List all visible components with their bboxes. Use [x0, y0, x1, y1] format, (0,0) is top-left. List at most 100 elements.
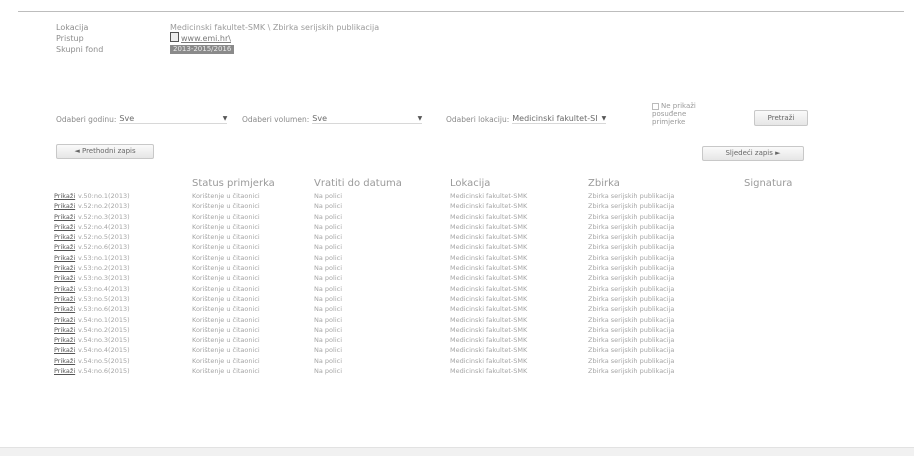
- location-cell: Medicinski fakultet-SMK: [450, 202, 528, 211]
- signature-cell: [744, 263, 804, 273]
- signature-cell: [744, 232, 804, 242]
- volume-cell: v.54:no.5(2015): [78, 356, 130, 365]
- header-signature: Signatura: [744, 178, 793, 189]
- header-volume: [78, 177, 192, 191]
- due-date-cell: Na polici: [314, 253, 343, 262]
- collection-cell: Zbirka serijskih publikacija: [588, 212, 675, 221]
- year-select[interactable]: Sve ▼: [119, 114, 228, 124]
- prikazi-link[interactable]: Prikaži: [54, 191, 78, 201]
- location-cell: Medicinski fakultet-SMK: [450, 336, 528, 345]
- header-action: [54, 177, 78, 191]
- collection-cell: Zbirka serijskih publikacija: [588, 294, 675, 303]
- header-location: Lokacija: [450, 178, 491, 189]
- due-date-cell: Na polici: [314, 356, 343, 365]
- table-row: Prikaži v.54:no.1(2015) Korištenje u čitao…: [54, 315, 804, 325]
- location-cell: Medicinski fakultet-SMK: [450, 264, 528, 273]
- pristup-link[interactable]: www.emi.hr\: [181, 34, 231, 44]
- prikazi-link[interactable]: Prikaži: [54, 263, 78, 273]
- signature-cell: [744, 212, 804, 222]
- signature-cell: [744, 356, 804, 366]
- collection-cell: Zbirka serijskih publikacija: [588, 274, 675, 283]
- search-button[interactable]: Pretraži: [754, 110, 808, 126]
- year-select-value: Sve: [119, 114, 135, 123]
- location-cell: Medicinski fakultet-SMK: [450, 284, 528, 293]
- record-metadata: Lokacija Medicinski fakultet-SMK \ Zbirk…: [56, 22, 379, 55]
- due-date-cell: Na polici: [314, 325, 343, 334]
- table-row: Prikaži v.53:no.3(2013) Korištenje u čitao…: [54, 273, 804, 283]
- volume-cell: v.52:no.3(2013): [78, 212, 130, 221]
- fond-label: Skupni fond: [56, 44, 104, 54]
- table-header: Status primjerka Vratiti do datuma Lokac…: [54, 177, 804, 191]
- location-filter-label: Odaberi lokaciju:: [446, 114, 510, 124]
- location-cell: Medicinski fakultet-SMK: [450, 274, 528, 283]
- location-cell: Medicinski fakultet-SMK: [450, 192, 528, 200]
- signature-cell: [744, 273, 804, 283]
- collection-cell: Zbirka serijskih publikacija: [588, 325, 675, 334]
- volume-cell: v.54:no.1(2015): [78, 315, 130, 324]
- signature-cell: [744, 325, 804, 335]
- due-date-cell: Na polici: [314, 212, 343, 221]
- due-date-cell: Na polici: [314, 192, 343, 200]
- location-cell: Medicinski fakultet-SMK: [450, 253, 528, 262]
- signature-cell: [744, 335, 804, 345]
- status-cell: Korištenje u čitaonici: [192, 233, 260, 242]
- holdings-table: Status primjerka Vratiti do datuma Lokac…: [54, 177, 804, 376]
- prikazi-link[interactable]: Prikaži: [54, 366, 78, 376]
- prikazi-link[interactable]: Prikaži: [54, 325, 78, 335]
- location-select-value: Medicinski fakultet-SI: [512, 114, 598, 123]
- status-cell: Korištenje u čitaonici: [192, 264, 260, 273]
- table-row: Prikaži v.54:no.2(2015) Korištenje u čitao…: [54, 325, 804, 335]
- location-select[interactable]: Medicinski fakultet-SI ▼: [512, 114, 607, 124]
- volume-select-value: Sve: [312, 114, 327, 123]
- location-cell: Medicinski fakultet-SMK: [450, 367, 528, 376]
- prikazi-link[interactable]: Prikaži: [54, 242, 78, 252]
- lokacija-value: Medicinski fakultet-SMK \ Zbirka serijsk…: [170, 22, 380, 32]
- prikazi-link[interactable]: Prikaži: [54, 356, 78, 366]
- signature-cell: [744, 191, 804, 201]
- volume-cell: v.53:no.3(2013): [78, 274, 130, 283]
- table-row: Prikaži v.50:no.1(2013) Korištenje u čitao…: [54, 191, 804, 201]
- collection-cell: Zbirka serijskih publikacija: [588, 253, 675, 262]
- table-body: Prikaži v.50:no.1(2013) Korištenje u čitao…: [54, 191, 804, 376]
- chevron-down-icon: ▼: [601, 115, 607, 122]
- location-cell: Medicinski fakultet-SMK: [450, 315, 528, 324]
- location-cell: Medicinski fakultet-SMK: [450, 325, 528, 334]
- volume-cell: v.50:no.1(2013): [78, 192, 130, 200]
- chevron-down-icon: ▼: [222, 115, 228, 122]
- signature-cell: [744, 222, 804, 232]
- previous-record-button[interactable]: ◄ Prethodni zapis: [56, 144, 154, 159]
- table-row: Prikaži v.54:no.3(2015) Korištenje u čitao…: [54, 335, 804, 345]
- prikazi-link[interactable]: Prikaži: [54, 273, 78, 283]
- hide-borrowed-checkbox[interactable]: [652, 102, 659, 110]
- status-cell: Korištenje u čitaonici: [192, 356, 260, 365]
- collection-cell: Zbirka serijskih publikacija: [588, 305, 675, 314]
- due-date-cell: Na polici: [314, 243, 343, 252]
- table-row: Prikaži v.52:no.6(2013) Korištenje u čitao…: [54, 242, 804, 252]
- prikazi-link[interactable]: Prikaži: [54, 315, 78, 325]
- bottom-scrollbar[interactable]: [0, 447, 914, 456]
- table-row: Prikaži v.52:no.2(2013) Korištenje u čitao…: [54, 201, 804, 211]
- prikazi-link[interactable]: Prikaži: [54, 335, 78, 345]
- volume-cell: v.53:no.5(2013): [78, 294, 130, 303]
- collection-cell: Zbirka serijskih publikacija: [588, 192, 675, 200]
- next-record-button[interactable]: Sljedeći zapis ►: [702, 146, 804, 161]
- prikazi-link[interactable]: Prikaži: [54, 284, 78, 294]
- status-cell: Korištenje u čitaonici: [192, 325, 260, 334]
- location-cell: Medicinski fakultet-SMK: [450, 356, 528, 365]
- collection-cell: Zbirka serijskih publikacija: [588, 243, 675, 252]
- prikazi-link[interactable]: Prikaži: [54, 222, 78, 232]
- table-row: Prikaži v.53:no.5(2013) Korištenje u čitao…: [54, 294, 804, 304]
- prikazi-link[interactable]: Prikaži: [54, 232, 78, 242]
- prikazi-link[interactable]: Prikaži: [54, 253, 78, 263]
- prikazi-link[interactable]: Prikaži: [54, 201, 78, 211]
- status-cell: Korištenje u čitaonici: [192, 222, 260, 231]
- year-filter-label: Odaberi godinu:: [56, 114, 117, 124]
- volume-select[interactable]: Sve ▼: [312, 114, 423, 124]
- prikazi-link[interactable]: Prikaži: [54, 294, 78, 304]
- prikazi-link[interactable]: Prikaži: [54, 212, 78, 222]
- status-cell: Korištenje u čitaonici: [192, 305, 260, 314]
- prikazi-link[interactable]: Prikaži: [54, 304, 78, 314]
- status-cell: Korištenje u čitaonici: [192, 243, 260, 252]
- prikazi-link[interactable]: Prikaži: [54, 345, 78, 355]
- volume-cell: v.54:no.3(2015): [78, 336, 130, 345]
